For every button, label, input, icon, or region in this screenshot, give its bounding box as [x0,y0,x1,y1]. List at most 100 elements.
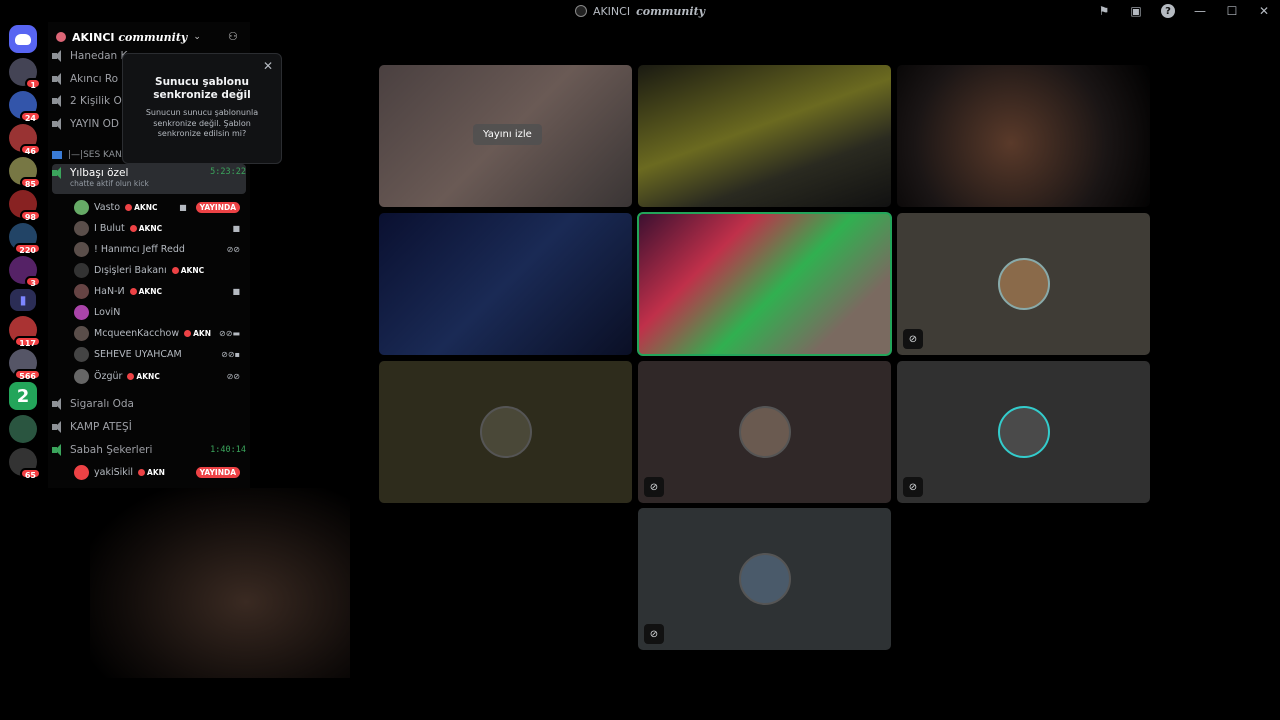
avatar-tile[interactable]: ⊘ [897,361,1150,503]
unread-badge: 566 [14,369,41,381]
avatar [74,262,89,278]
unread-badge: 117 [14,336,41,348]
unread-badge: 98 [19,210,41,222]
tooltip-body[interactable]: Sunucun sunucu şablonunla senkronize değ… [131,108,273,139]
speaker-icon [52,73,64,85]
avatar-tile[interactable]: ⊘ [638,361,891,503]
avatar-tile[interactable]: ⊘ [897,213,1150,355]
video-tile-speaking[interactable] [637,212,892,356]
muted-icon: ⊘ [644,477,664,497]
voice-user[interactable]: Özgür AKNC ⊘⊘ [74,366,240,386]
voice-channel[interactable]: Sigaralı Oda [52,394,246,414]
invite-icon[interactable]: ⚇ [228,30,242,44]
avatar [74,199,89,215]
category-flag-icon [52,151,62,159]
window-title-script: community [636,4,706,18]
avatar [74,346,89,362]
avatar [997,406,1050,458]
avatar [479,406,532,458]
avatar [74,220,89,236]
muted-icon: ⊘⊘▬ [219,328,240,338]
channel-name: Yılbaşı özel [70,167,129,179]
voice-user[interactable]: SEHEVE UYAHCAM ⊘⊘▪ [74,344,240,364]
speaker-icon [52,167,64,179]
video-tile[interactable] [379,213,632,355]
live-badge: YAYINDA [195,201,240,213]
voice-user[interactable]: Vasto AKNC ■ YAYINDA [74,197,240,217]
video-tile[interactable] [638,65,891,207]
voice-channel[interactable]: Sabah Şekerleri 1:40:14 [52,440,246,460]
server-icon[interactable] [9,415,37,443]
avatar [738,406,791,458]
avatar-tile[interactable]: ⊘ [638,508,891,650]
deafened-icon: ⊘⊘ [226,244,240,254]
avatar [74,283,89,299]
camera-icon: ■ [232,286,240,296]
voice-user[interactable]: Dışişleri Bakanı AKNC [74,260,240,280]
voice-user[interactable]: McqueenKacchow AKN ⊘⊘▬ [74,323,240,343]
stream-tile[interactable]: Yayını izle [379,65,632,207]
server-icon[interactable]: 1 [9,58,41,90]
server-icon[interactable]: 24 [9,91,41,123]
muted-icon: ⊘ [644,624,664,644]
active-voice-channel[interactable]: Yılbaşı özel chatte aktif olun kick 5:23… [52,164,246,194]
template-sync-tooltip: ✕ Sunucu şablonu senkronize değil Sunucu… [122,53,282,164]
unread-badge: 220 [14,243,41,255]
server-emblem-icon [56,32,66,42]
video-tile[interactable] [897,65,1150,207]
background-photo [90,488,350,678]
muted-icon: ⊘⊘▪ [221,349,240,359]
voice-channel[interactable]: KAMP ATEŞİ [52,417,246,437]
server-icon[interactable]: 220 [9,223,41,255]
close-window-icon[interactable]: ✕ [1248,0,1280,22]
avatar [74,325,89,341]
muted-icon: ⊘ [903,329,923,349]
tooltip-title: Sunucu şablonu senkronize değil [153,76,251,102]
avatar [738,553,791,605]
server-icon[interactable]: 65 [9,448,41,480]
channel-status: chatte aktif olun kick [70,179,149,188]
avatar-tile[interactable] [379,361,632,503]
voice-user[interactable]: I Bulut AKNC ■ [74,218,240,238]
channel-timer: 1:40:14 [210,445,246,455]
server-icon[interactable]: 3 [9,256,41,288]
unread-badge: 65 [19,468,41,480]
voice-user[interactable]: yakiSikil AKN YAYINDA [74,462,240,482]
window-title-plain: AKINCI [592,4,631,18]
speaker-icon [52,95,64,107]
folder-icon[interactable]: ▮ [10,289,36,311]
server-icon[interactable]: 566 [9,349,41,381]
flag-icon[interactable]: ⚑ [1088,0,1120,22]
voice-user[interactable]: HaN-И AKNC ■ [74,281,240,301]
window-titlebar: AKINCI community ⚑ ▣ ? — ☐ ✕ [0,0,1280,22]
speaker-icon [52,421,64,433]
unread-badge: 85 [19,177,41,189]
voice-user[interactable]: ! Hanımcı Jeff Redd ⊘⊘ [74,239,240,259]
avatar [74,368,89,384]
unread-badge: 46 [19,144,41,156]
server-rail: 1 24 46 85 98 220 3 ▮ 117 566 2 65 [0,22,46,488]
maximize-icon[interactable]: ☐ [1216,0,1248,22]
avatar [997,258,1050,310]
screen-share-icon[interactable]: ▣ [1120,0,1152,22]
camera-icon: ■ [179,202,187,212]
discord-home-icon[interactable] [9,25,37,53]
window-title: AKINCI community [574,4,706,18]
watch-stream-button[interactable]: Yayını izle [473,124,542,145]
unread-badge: 1 [25,78,41,90]
server-icon[interactable]: 85 [9,157,41,189]
avatar [74,241,89,257]
server-name: AKINCI community [72,30,188,44]
server-icon[interactable]: 46 [9,124,41,156]
avatar [74,304,89,320]
unread-badge: 24 [19,111,41,123]
close-icon[interactable]: ✕ [263,59,273,73]
help-icon[interactable]: ? [1161,4,1175,18]
server-icon[interactable]: 98 [9,190,41,222]
voice-user[interactable]: LoviN [74,302,240,322]
server-icon[interactable]: 117 [9,316,41,348]
live-badge: YAYINDA [195,466,240,478]
chevron-down-icon: ⌄ [193,32,201,42]
server-icon[interactable]: 2 [9,382,37,410]
minimize-icon[interactable]: — [1184,0,1216,22]
